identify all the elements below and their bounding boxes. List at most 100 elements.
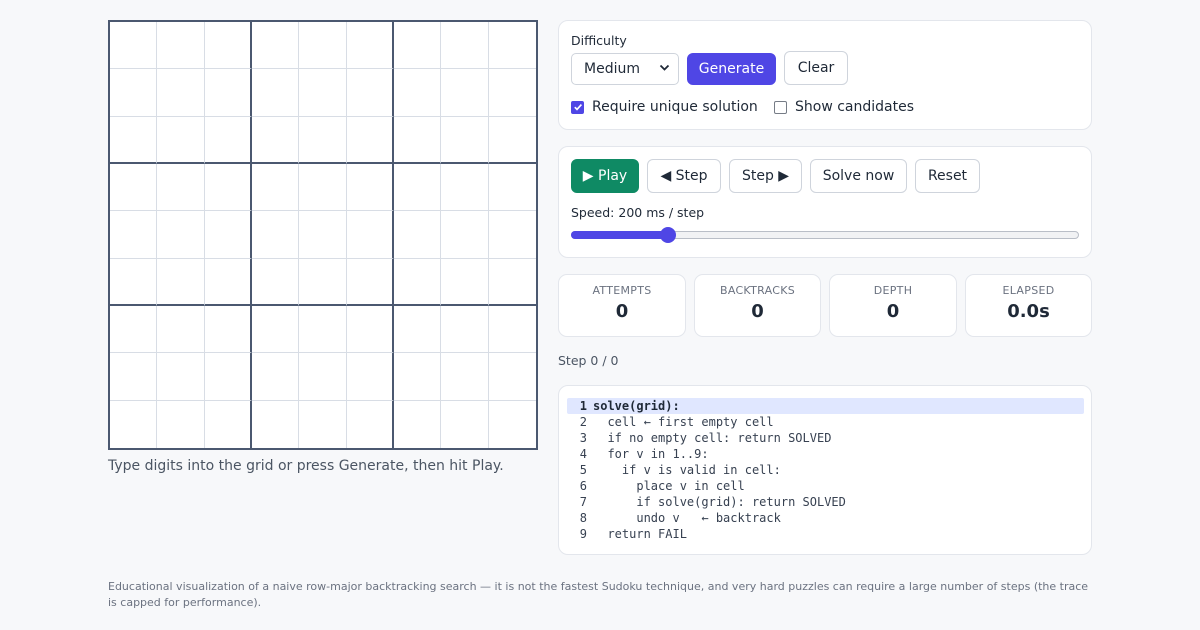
grid-cell[interactable] <box>251 400 300 448</box>
grid-cell[interactable] <box>299 163 347 212</box>
grid-cell[interactable] <box>110 211 158 259</box>
grid-cell[interactable] <box>488 69 536 117</box>
grid-cell[interactable] <box>346 258 394 306</box>
grid-cell[interactable] <box>251 211 300 259</box>
grid-cell[interactable] <box>157 211 205 259</box>
grid-cell[interactable] <box>110 163 158 212</box>
grid-cell[interactable] <box>251 22 300 70</box>
grid-cell[interactable] <box>488 211 536 259</box>
grid-cell[interactable] <box>299 353 347 401</box>
reset-button[interactable]: Reset <box>915 159 980 193</box>
grid-cell[interactable] <box>251 353 300 401</box>
grid-cell[interactable] <box>110 116 158 164</box>
grid-cell[interactable] <box>204 400 252 448</box>
grid-cell[interactable] <box>299 305 347 354</box>
grid-cell[interactable] <box>441 163 489 212</box>
grid-cell[interactable] <box>251 163 300 212</box>
show-candidates-checkbox[interactable]: Show candidates <box>774 99 914 115</box>
grid-cell[interactable] <box>204 211 252 259</box>
grid-cell[interactable] <box>393 400 442 448</box>
grid-cell[interactable] <box>393 116 442 164</box>
grid-cell[interactable] <box>346 69 394 117</box>
play-button[interactable]: ▶ Play <box>571 159 639 193</box>
difficulty-select[interactable]: Medium <box>571 53 679 85</box>
grid-cell[interactable] <box>251 305 300 354</box>
grid-cell[interactable] <box>251 116 300 164</box>
slider-thumb[interactable] <box>659 227 676 243</box>
grid-cell[interactable] <box>441 211 489 259</box>
grid-cell[interactable] <box>299 69 347 117</box>
grid-cell[interactable] <box>251 69 300 117</box>
grid-cell[interactable] <box>393 22 442 70</box>
grid-cell[interactable] <box>110 400 158 448</box>
grid-cell[interactable] <box>157 22 205 70</box>
grid-cell[interactable] <box>204 353 252 401</box>
grid-cell[interactable] <box>110 258 158 306</box>
grid-cell[interactable] <box>110 353 158 401</box>
grid-cell[interactable] <box>204 258 252 306</box>
grid-cell[interactable] <box>393 69 442 117</box>
grid-cell[interactable] <box>204 22 252 70</box>
grid-cell[interactable] <box>346 305 394 354</box>
grid-cell[interactable] <box>157 116 205 164</box>
line-number: 7 <box>579 495 587 509</box>
grid-cell[interactable] <box>346 163 394 212</box>
grid-cell[interactable] <box>441 116 489 164</box>
solve-now-button[interactable]: Solve now <box>810 159 907 193</box>
generate-button[interactable]: Generate <box>687 53 776 85</box>
grid-cell[interactable] <box>393 305 442 354</box>
grid-cell[interactable] <box>488 116 536 164</box>
grid-cell[interactable] <box>110 22 158 70</box>
grid-cell[interactable] <box>441 69 489 117</box>
grid-cell[interactable] <box>441 22 489 70</box>
grid-cell[interactable] <box>204 116 252 164</box>
line-number: 1 <box>579 399 587 413</box>
stat-depth: DEPTH 0 <box>829 274 957 337</box>
grid-cell[interactable] <box>346 211 394 259</box>
grid-cell[interactable] <box>299 400 347 448</box>
pseudocode-panel: 1 solve(grid): 2 cell ← first empty cell 3 … <box>558 385 1092 555</box>
grid-cell[interactable] <box>441 258 489 306</box>
step-forward-button[interactable]: Step ▶ <box>729 159 802 193</box>
grid-cell[interactable] <box>157 400 205 448</box>
grid-cell[interactable] <box>204 163 252 212</box>
grid-cell[interactable] <box>393 258 442 306</box>
grid-cell[interactable] <box>488 353 536 401</box>
grid-cell[interactable] <box>346 116 394 164</box>
unique-solution-checkbox[interactable]: Require unique solution <box>571 99 758 115</box>
grid-cell[interactable] <box>393 211 442 259</box>
grid-cell[interactable] <box>299 258 347 306</box>
grid-cell[interactable] <box>393 353 442 401</box>
grid-cell[interactable] <box>346 22 394 70</box>
grid-cell[interactable] <box>488 163 536 212</box>
step-back-button[interactable]: ◀ Step <box>647 159 721 193</box>
code-line: 8 undo v ← backtrack <box>567 510 1084 526</box>
stat-value: 0 <box>886 301 900 322</box>
grid-cell[interactable] <box>299 22 347 70</box>
grid-cell[interactable] <box>299 211 347 259</box>
grid-cell[interactable] <box>204 69 252 117</box>
grid-cell[interactable] <box>110 305 158 354</box>
grid-cell[interactable] <box>441 353 489 401</box>
grid-cell[interactable] <box>346 400 394 448</box>
grid-cell[interactable] <box>441 400 489 448</box>
grid-cell[interactable] <box>157 69 205 117</box>
grid-cell[interactable] <box>157 353 205 401</box>
grid-cell[interactable] <box>157 258 205 306</box>
grid-cell[interactable] <box>441 305 489 354</box>
clear-button[interactable]: Clear <box>784 51 848 85</box>
grid-cell[interactable] <box>488 305 536 354</box>
grid-cell[interactable] <box>157 305 205 354</box>
grid-cell[interactable] <box>251 258 300 306</box>
grid-cell[interactable] <box>299 116 347 164</box>
grid-cell[interactable] <box>488 22 536 70</box>
stat-label: BACKTRACKS <box>719 284 796 297</box>
grid-cell[interactable] <box>157 163 205 212</box>
grid-cell[interactable] <box>110 69 158 117</box>
grid-cell[interactable] <box>393 163 442 212</box>
speed-slider[interactable] <box>571 227 1079 243</box>
grid-cell[interactable] <box>488 400 536 448</box>
grid-cell[interactable] <box>488 258 536 306</box>
grid-cell[interactable] <box>204 305 252 354</box>
grid-cell[interactable] <box>346 353 394 401</box>
